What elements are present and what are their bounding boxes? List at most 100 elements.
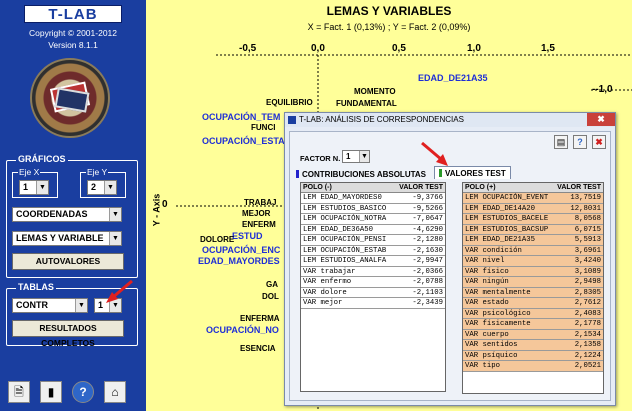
table-type-value: CONTR: [16, 300, 48, 310]
table-row[interactable]: VAR condición 3,6961: [463, 245, 603, 256]
point-label: DOL: [262, 292, 279, 301]
display-select[interactable]: LEMAS Y VARIABLE ▼: [12, 231, 122, 246]
sidebar: T-LAB Copyright © 2001-2012 Version 8.1.…: [0, 0, 146, 411]
table-row[interactable]: VAR nivel 3,4240: [463, 256, 603, 267]
eigenvalues-button[interactable]: AUTOVALORES: [12, 253, 124, 270]
row-value: -2,9947: [412, 257, 443, 265]
point-label: EDAD_DE21A35: [418, 73, 488, 83]
table-row[interactable]: VAR tipo 2,0521: [463, 361, 603, 372]
point-label: OCUPACIÓN_ENC: [202, 245, 281, 255]
graphs-title: GRÁFICOS: [16, 154, 68, 164]
point-label: DOLORE: [200, 235, 235, 244]
row-value: 8,0568: [574, 215, 601, 223]
factor-value: 1: [346, 152, 351, 161]
row-label: VAR nivel: [465, 257, 505, 265]
table-row[interactable]: LEM EDAD_DE36A50 -4,6290: [301, 225, 445, 235]
table-row[interactable]: LEM ESTUDIOS_BACELE 8,0568: [463, 214, 603, 225]
table-row[interactable]: LEM OCUPACIÓN_EVENT 13,7519: [463, 193, 603, 204]
table-row[interactable]: VAR cuerpo 2,1534: [463, 329, 603, 340]
table-row[interactable]: LEM EDAD_DE21A35 5,5913: [463, 235, 603, 246]
table-row[interactable]: LEM ESTUDIOS_BACSUP 6,0715: [463, 224, 603, 235]
row-label: LEM ESTUDIOS_BACSUP: [465, 225, 549, 234]
coordinates-value: COORDENADAS: [16, 209, 88, 219]
table-row[interactable]: VAR enfermo -2,0788: [301, 277, 445, 288]
chevron-down-icon: ▼: [359, 151, 369, 162]
table-row[interactable]: LEM ESTUDIOS_BASICO -9,5266: [301, 204, 445, 214]
row-value: 2,0521: [574, 362, 601, 370]
factor-select[interactable]: 1 ▼: [342, 150, 370, 163]
table-row[interactable]: VAR dolore -2,1103: [301, 288, 445, 298]
row-value: -7,0647: [412, 215, 443, 223]
help-icon[interactable]: ?: [72, 381, 94, 403]
row-value: 6,0715: [574, 225, 601, 234]
table-row[interactable]: VAR físicamente 2,1778: [463, 319, 603, 330]
row-label: VAR mejor: [303, 299, 343, 307]
row-label: LEM ESTUDIOS_ANALFA: [303, 257, 387, 265]
help-icon[interactable]: ?: [573, 135, 587, 149]
point-label: EDAD_MAYORDES: [198, 256, 280, 266]
row-value: -2,1280: [412, 236, 443, 244]
table-type-select[interactable]: CONTR ▼: [12, 298, 88, 313]
point-label: GA: [266, 280, 278, 289]
table-row[interactable]: VAR ningún 2,9498: [463, 277, 603, 288]
save-icon[interactable]: ▤: [554, 135, 568, 149]
tab-marker: [439, 169, 442, 177]
table-row[interactable]: LEM EDAD_MAYORDES0 -9,3766: [301, 193, 445, 204]
axis-y-value: 2: [91, 182, 97, 192]
app-emblem-icon: [30, 58, 110, 138]
app-icon: [288, 116, 296, 124]
table-row[interactable]: LEM EDAD_DE14A20 12,8031: [463, 203, 603, 214]
row-label: VAR físicamente: [465, 320, 531, 328]
close-button[interactable]: ✖: [587, 113, 615, 126]
row-value: 2,4083: [574, 309, 601, 318]
table-row[interactable]: VAR mentalmente 2,8305: [463, 287, 603, 298]
app-logo: T-LAB: [24, 5, 122, 23]
document-icon[interactable]: 🗎: [8, 381, 30, 403]
table-row[interactable]: LEM OCUPACIÓN_ESTAB -2,1630: [301, 246, 445, 256]
display-value: LEMAS Y VARIABLE: [16, 233, 104, 243]
y-tick: 0: [162, 199, 168, 210]
chevron-down-icon: ▼: [36, 181, 48, 194]
axis-x-select[interactable]: 1 ▼: [19, 180, 49, 195]
dialog-body: ▤ ? ✖ FACTOR N. 1 ▼ CONTRIBUCIONES ABSOL…: [289, 131, 611, 401]
table-row[interactable]: LEM OCUPACIÓN_PENSI -2,1280: [301, 235, 445, 246]
table-row[interactable]: VAR estado 2,7612: [463, 298, 603, 309]
table-row[interactable]: VAR psíquico 2,1224: [463, 350, 603, 361]
point-label: FUNDAMENTAL: [336, 99, 397, 108]
row-value: 2,1778: [574, 320, 601, 328]
close-icon[interactable]: ✖: [592, 135, 606, 149]
axis-y-label: Eje Y: [86, 167, 109, 177]
point-label: ESTUD: [232, 231, 263, 241]
row-value: 2,1534: [574, 330, 601, 339]
row-value: 3,6961: [574, 246, 601, 255]
tab-test-values[interactable]: VALORES TEST: [434, 166, 511, 179]
column-header: POLO (-): [303, 184, 332, 191]
x-tick: 0,0: [311, 43, 325, 54]
negative-pole-table: POLO (-) VALOR TEST LEM EDAD_MAYORDES0 -9…: [300, 182, 446, 392]
x-tick: -0,5: [239, 43, 257, 54]
tables-title: TABLAS: [16, 282, 56, 292]
row-label: VAR condición: [465, 246, 522, 255]
full-results-button[interactable]: RESULTADOS COMPLETOS: [12, 320, 124, 348]
table-row[interactable]: VAR trabajar -2,0366: [301, 267, 445, 277]
dialog-title: T-LAB: ANÁLISIS DE CORRESPONDENCIAS: [299, 115, 464, 124]
home-icon[interactable]: ⌂: [104, 381, 126, 403]
factor-label: FACTOR N.: [300, 154, 341, 163]
table-row[interactable]: VAR físico 3,1089: [463, 266, 603, 277]
chart-icon[interactable]: ▮: [40, 381, 62, 403]
annotation-arrow-icon: [106, 279, 133, 303]
row-value: -2,0788: [412, 278, 443, 286]
axis-x-label: Eje X: [18, 167, 41, 177]
row-label: LEM EDAD_DE14A20: [465, 204, 536, 213]
point-label: ENFERMA: [240, 314, 280, 323]
table-row[interactable]: LEM ESTUDIOS_ANALFA -2,9947: [301, 256, 445, 267]
coordinates-select[interactable]: COORDENADAS ▼: [12, 207, 122, 222]
row-label: VAR psíquico: [465, 351, 518, 360]
table-row[interactable]: LEM OCUPACIÓN_NOTRA -7,0647: [301, 214, 445, 225]
table-row[interactable]: VAR mejor -2,3439: [301, 298, 445, 309]
tab-contributions[interactable]: CONTRIBUCIONES ABSOLUTAS: [296, 168, 426, 181]
table-row[interactable]: VAR psicológico 2,4083: [463, 308, 603, 319]
axis-y-select[interactable]: 2 ▼: [87, 180, 117, 195]
row-label: VAR enfermo: [303, 278, 352, 286]
table-row[interactable]: VAR sentidos 2,1358: [463, 340, 603, 351]
